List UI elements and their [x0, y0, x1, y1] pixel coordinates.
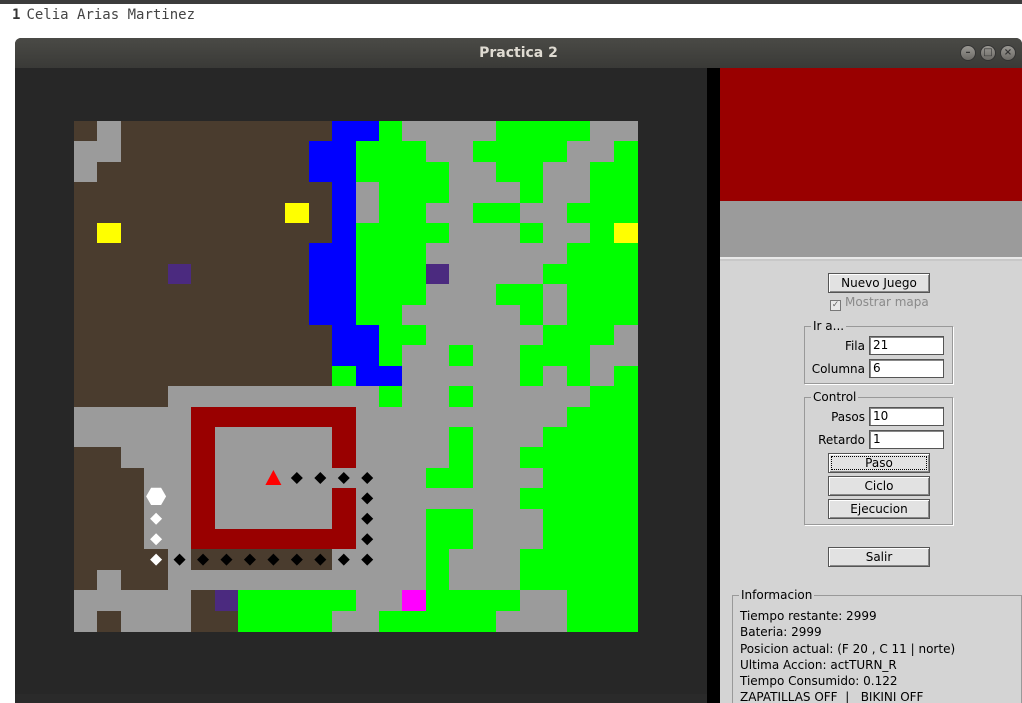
pasos-label: Pasos [831, 410, 865, 424]
path-marker [243, 553, 256, 566]
control-title: Control [811, 390, 859, 404]
npc-marker [146, 487, 167, 506]
mostrar-mapa-label: Mostrar mapa [845, 295, 929, 309]
path-marker [267, 553, 280, 566]
path-overlay [146, 470, 374, 566]
path-marker [314, 553, 327, 566]
info-equipment: ZAPATILLAS OFF | BIKINI OFF [740, 690, 924, 703]
columna-label: Columna [811, 362, 865, 376]
checkbox-icon[interactable]: ✓ [830, 300, 841, 311]
path-marker [337, 553, 350, 566]
path-marker [361, 553, 374, 566]
map-canvas-area [15, 68, 707, 694]
close-icon[interactable]: × [1000, 45, 1016, 61]
mostrar-mapa-checkbox[interactable]: ✓ Mostrar mapa [830, 295, 929, 311]
path-marker [337, 472, 350, 484]
ejecucion-button[interactable]: Ejecucion [828, 499, 930, 519]
path-marker [361, 533, 374, 546]
path-marker [361, 492, 374, 505]
ir-a-title: Ir a... [811, 319, 847, 333]
panel-divider [707, 68, 720, 703]
info-bateria: Bateria: 2999 [740, 625, 822, 639]
nuevo-juego-button[interactable]: Nuevo Juego [828, 273, 930, 293]
fila-field[interactable]: 21 [869, 336, 944, 355]
maximize-icon[interactable]: □ [980, 45, 996, 61]
info-tiempo-consumido: Tiempo Consumido: 0.122 [740, 674, 898, 688]
path-marker [150, 512, 163, 525]
informacion-title: Informacion [739, 588, 815, 602]
columna-field[interactable]: 6 [869, 359, 944, 378]
sensor-view-bottom [720, 201, 1022, 259]
retardo-label: Retardo [818, 433, 865, 447]
path-marker [150, 553, 163, 566]
info-tiempo-restante: Tiempo restante: 2999 [740, 609, 877, 623]
control-panel: Nuevo Juego ✓ Mostrar mapa Ir a... Fila 2… [720, 68, 1022, 703]
path-marker [314, 472, 327, 484]
fila-label: Fila [844, 339, 865, 353]
info-ultima-accion: Ultima Accion: actTURN_R [740, 658, 897, 672]
paso-button[interactable]: Paso [828, 453, 930, 473]
controls-area: Nuevo Juego ✓ Mostrar mapa Ir a... Fila 2… [720, 261, 1022, 703]
minimize-icon[interactable]: – [960, 45, 976, 61]
pasos-field[interactable]: 10 [869, 407, 944, 426]
info-posicion: Posicion actual: (F 20 , C 11 | norte) [740, 642, 956, 656]
line-number: 1 [12, 7, 21, 23]
ciclo-button[interactable]: Ciclo [828, 476, 930, 496]
game-map[interactable] [74, 121, 638, 632]
path-marker [150, 533, 163, 546]
path-marker [290, 472, 303, 484]
window-titlebar: Practica 2 – □ × [15, 38, 1022, 68]
path-marker [220, 553, 233, 566]
path-marker [361, 472, 374, 484]
path-marker [361, 512, 374, 525]
control-group: Control Pasos 10 Retardo 1 Paso Ciclo Ej… [804, 390, 953, 525]
retardo-field[interactable]: 1 [869, 430, 944, 449]
editor-text: Celia Arias Martinez [26, 7, 196, 23]
ir-a-group: Ir a... Fila 21 Columna 6 [804, 319, 953, 384]
path-marker [290, 553, 303, 566]
path-marker [197, 553, 210, 566]
window-title: Practica 2 [479, 45, 558, 61]
path-marker [173, 553, 186, 566]
salir-button[interactable]: Salir [828, 547, 930, 567]
app-window: Practica 2 – □ × Nuevo Juego ✓ Mostrar ma… [15, 38, 1022, 703]
sensor-view-top [720, 68, 1022, 201]
editor-line: 1 Celia Arias Martinez [0, 0, 1022, 38]
agent-icon [265, 470, 282, 485]
